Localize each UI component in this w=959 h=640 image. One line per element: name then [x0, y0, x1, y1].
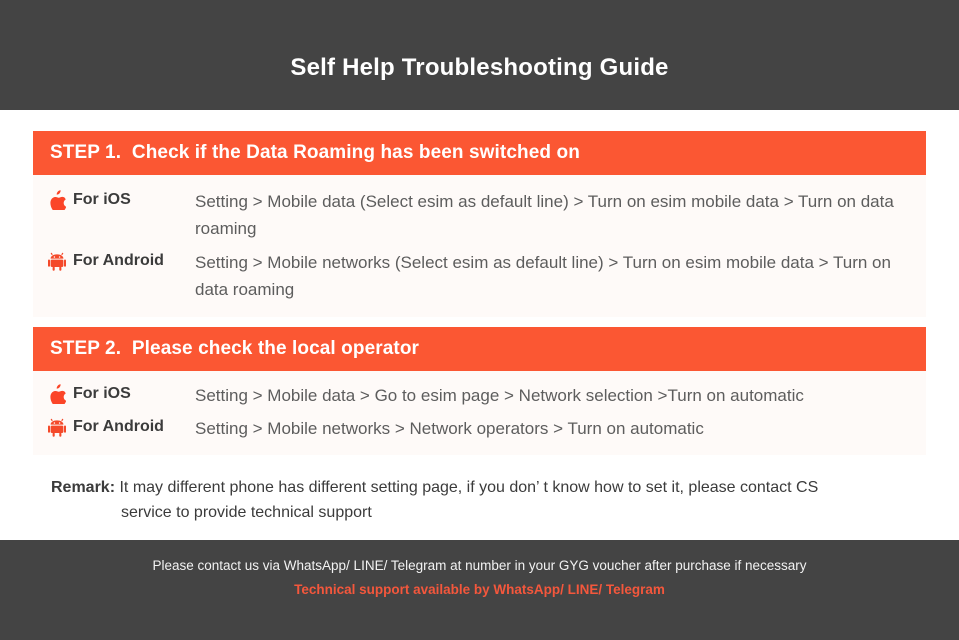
- os-label-text: For iOS: [73, 191, 131, 208]
- step-1-android-path: Setting > Mobile networks (Select esim a…: [195, 253, 891, 299]
- page-header: Self Help Troubleshooting Guide: [0, 0, 959, 110]
- apple-icon: [47, 383, 67, 405]
- remark-line-1: Remark: It may different phone has diffe…: [51, 475, 893, 500]
- step-1-ios-path: Setting > Mobile data (Select esim as de…: [195, 192, 894, 238]
- remark-section: Remark: It may different phone has diffe…: [33, 455, 926, 525]
- footer-contact-note: Please contact us via WhatsApp/ LINE/ Te…: [152, 558, 807, 573]
- page-title: Self Help Troubleshooting Guide: [290, 54, 669, 81]
- troubleshooting-guide-page: Self Help Troubleshooting Guide STEP 1. …: [0, 0, 959, 640]
- step-2-banner: STEP 2. Please check the local operator: [33, 327, 926, 371]
- remark-line-2: service to provide technical support: [121, 504, 372, 521]
- apple-icon: [47, 189, 67, 211]
- step-block-2: STEP 2. Please check the local operator …: [33, 327, 926, 455]
- guide-content: STEP 1. Check if the Data Roaming has be…: [0, 110, 959, 540]
- step-2-number: STEP 2.: [50, 338, 122, 359]
- android-icon: [47, 250, 67, 272]
- step-1-banner: STEP 1. Check if the Data Roaming has be…: [33, 131, 926, 175]
- step-1-row-ios: For iOS Setting > Mobile data (Select es…: [47, 184, 912, 245]
- os-label-text: For iOS: [73, 385, 131, 402]
- step-1-number: STEP 1.: [50, 142, 122, 163]
- step-2-android-path: Setting > Mobile networks > Network oper…: [195, 419, 704, 438]
- step-2-title: Please check the local operator: [131, 338, 420, 359]
- os-label-text: For Android: [73, 418, 164, 435]
- android-icon: [47, 416, 67, 438]
- section-divider: [33, 317, 926, 327]
- remark-label: Remark:: [51, 479, 116, 496]
- os-label-android: For Android: [47, 249, 195, 272]
- step-2-ios-path: Setting > Mobile data > Go to esim page …: [195, 386, 804, 405]
- step-2-panel: For iOS Setting > Mobile data > Go to es…: [33, 371, 926, 455]
- os-label-ios: For iOS: [47, 188, 195, 211]
- remark-text: It may different phone has different set…: [115, 479, 819, 496]
- step-block-1: STEP 1. Check if the Data Roaming has be…: [33, 131, 926, 317]
- step-1-row-android: For Android Setting > Mobile networks (S…: [47, 245, 912, 306]
- step-2-row-ios: For iOS Setting > Mobile data > Go to es…: [47, 379, 912, 412]
- step-2-row-android: For Android Setting > Mobile networks > …: [47, 412, 912, 445]
- page-footer: Please contact us via WhatsApp/ LINE/ Te…: [0, 540, 959, 640]
- os-label-android: For Android: [47, 415, 195, 438]
- step-1-panel: For iOS Setting > Mobile data (Select es…: [33, 175, 926, 317]
- os-label-text: For Android: [73, 252, 164, 269]
- step-1-title: Check if the Data Roaming has been switc…: [131, 142, 580, 163]
- footer-support-note: Technical support available by WhatsApp/…: [294, 582, 665, 597]
- os-label-ios: For iOS: [47, 382, 195, 405]
